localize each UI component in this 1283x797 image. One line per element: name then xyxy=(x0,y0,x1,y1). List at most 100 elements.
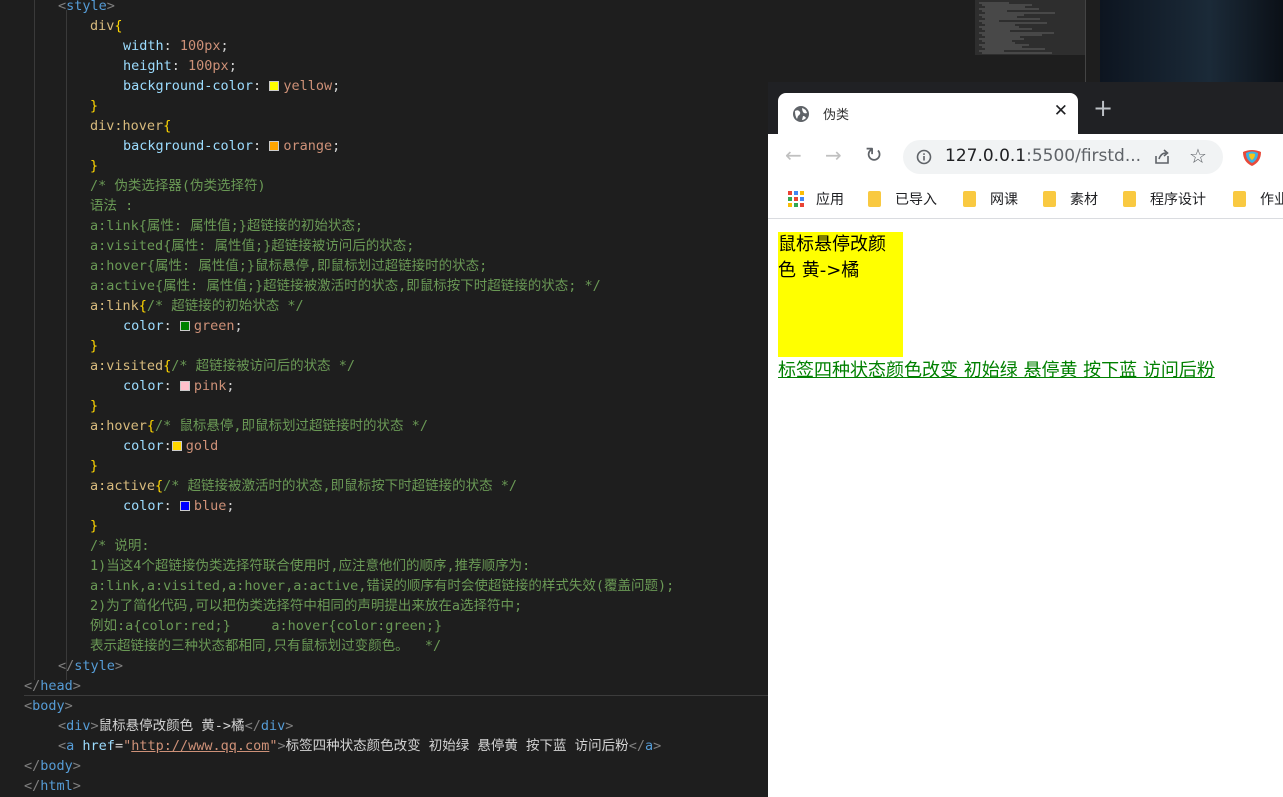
code-token: a:visited xyxy=(90,358,164,374)
code-token: } xyxy=(90,518,99,534)
code-line[interactable]: a:visited{属性: 属性值;}超链接被访问后的状态; xyxy=(90,236,414,256)
tab-close-icon[interactable]: ✕ xyxy=(1054,101,1068,121)
color-swatch[interactable] xyxy=(179,381,190,391)
code-token: div xyxy=(66,718,91,734)
code-line[interactable]: color: pink; xyxy=(123,376,235,396)
code-line[interactable]: a:hover{/* 鼠标悬停,即鼠标划过超链接时的状态 */ xyxy=(90,416,428,436)
code-line[interactable]: 1)当这4个超链接伪类选择符联合使用时,应注意他们的顺序,推荐顺序为: xyxy=(90,556,530,576)
code-token: body xyxy=(40,758,73,774)
code-token: 100px xyxy=(188,58,229,74)
code-line[interactable]: </head> xyxy=(24,676,81,696)
new-tab-button[interactable]: + xyxy=(1093,96,1113,120)
code-line[interactable]: background-color: orange; xyxy=(123,136,340,156)
code-line[interactable]: </html> xyxy=(24,776,81,796)
code-token: green xyxy=(193,318,235,334)
code-line[interactable]: </body> xyxy=(24,756,81,776)
code-line[interactable]: 例如:a{color:red;} a:hover{color:green;} xyxy=(90,616,442,636)
bookmark-item[interactable]: 程序设计 xyxy=(1123,189,1206,209)
code-token: { xyxy=(146,418,156,434)
code-line[interactable]: color: blue; xyxy=(123,496,235,516)
bookmark-label: 网课 xyxy=(990,192,1018,208)
browser-window[interactable]: 伪类 ✕ + ← → ↻ 127.0.0.1:5500/firstd... ☆ xyxy=(768,82,1283,797)
color-swatch[interactable] xyxy=(171,441,182,451)
code-token: 2)为了简化代码,可以把伪类选择符中相同的声明提出来放在a选择符中; xyxy=(90,598,523,614)
code-line[interactable]: 表示超链接的三种状态都相同,只有鼠标划过变颜色。 */ xyxy=(90,636,441,656)
hover-demo-box[interactable]: 鼠标悬停改颜色 黄->橘 xyxy=(778,232,903,357)
code-token: { xyxy=(138,298,147,314)
code-line[interactable]: /* 说明: xyxy=(90,536,150,556)
code-token: } xyxy=(90,338,99,354)
extension-icon[interactable] xyxy=(1241,146,1263,168)
color-swatch[interactable] xyxy=(179,501,190,511)
bookmark-item[interactable]: 应用 xyxy=(788,189,844,209)
code-line[interactable]: width: 100px; xyxy=(123,36,229,56)
code-token: > xyxy=(72,678,81,694)
code-line[interactable]: a:active{属性: 属性值;}超链接被激活时的状态,即鼠标按下时超链接的状… xyxy=(90,276,601,296)
code-token: href xyxy=(82,738,115,754)
address-bar[interactable]: 127.0.0.1:5500/firstd... ☆ xyxy=(903,140,1223,174)
bookmark-item[interactable]: 作业 xyxy=(1233,189,1283,209)
code-line[interactable]: background-color: yellow; xyxy=(123,76,340,96)
code-token: /* 伪类选择器(伪类选择符) xyxy=(90,178,266,194)
code-line[interactable]: a:visited{/* 超链接被访问后的状态 */ xyxy=(90,356,355,376)
bookmark-item[interactable]: 网课 xyxy=(963,189,1018,209)
reload-button[interactable]: ↻ xyxy=(865,144,883,166)
info-icon[interactable] xyxy=(916,149,932,165)
code-line[interactable]: a:link{属性: 属性值;}超链接的初始状态; xyxy=(90,216,363,236)
code-token: : xyxy=(163,38,180,54)
tab-active[interactable]: 伪类 ✕ xyxy=(778,93,1078,134)
code-line[interactable]: color: green; xyxy=(123,316,243,336)
code-line[interactable]: } xyxy=(90,156,98,176)
code-line[interactable]: <style> xyxy=(58,0,115,16)
code-line[interactable]: height: 100px; xyxy=(123,56,237,76)
code-line[interactable]: <body> xyxy=(24,696,73,716)
minimap-slider[interactable] xyxy=(975,0,1085,55)
code-token: /* 超链接的初始状态 */ xyxy=(146,298,304,314)
bookmark-label: 程序设计 xyxy=(1150,192,1206,208)
bookmark-item[interactable]: 素材 xyxy=(1043,189,1098,209)
code-token: > xyxy=(277,738,286,754)
code-token: style xyxy=(66,0,107,14)
code-token: { xyxy=(163,118,172,134)
code-line[interactable]: </style> xyxy=(58,656,123,676)
code-line[interactable]: a:link,a:visited,a:hover,a:active,错误的顺序有… xyxy=(90,576,674,596)
code-token: 例如:a{color:red;} a:hover{color:green;} xyxy=(90,618,443,634)
code-line[interactable]: } xyxy=(90,336,98,356)
code-line[interactable]: } xyxy=(90,396,98,416)
code-line[interactable]: } xyxy=(90,516,98,536)
code-line[interactable]: <div>鼠标悬停改颜色 黄->橘</div> xyxy=(58,716,293,736)
code-line[interactable]: div:hover{ xyxy=(90,116,171,136)
code-token: 1)当这4个超链接伪类选择符联合使用时,应注意他们的顺序,推荐顺序为: xyxy=(90,558,531,574)
code-line[interactable]: } xyxy=(90,456,98,476)
code-line[interactable]: a:active{/* 超链接被激活时的状态,即鼠标按下时超链接的状态 */ xyxy=(90,476,517,496)
color-swatch[interactable] xyxy=(269,81,280,91)
share-icon[interactable] xyxy=(1153,148,1171,166)
code-token: ; xyxy=(332,138,341,154)
back-button[interactable]: ← xyxy=(785,144,802,166)
code-line[interactable]: } xyxy=(90,96,98,116)
code-token: > xyxy=(72,778,81,794)
code-token: orange xyxy=(283,138,333,154)
code-line[interactable]: <a href="http://www.qq.com">标签四种状态颜色改变 初… xyxy=(58,736,661,756)
bookmark-label: 作业 xyxy=(1260,192,1283,208)
demo-link[interactable]: 标签四种状态颜色改变 初始绿 悬停黄 按下蓝 访问后粉 xyxy=(778,358,1215,384)
code-line[interactable]: 2)为了简化代码,可以把伪类选择符中相同的声明提出来放在a选择符中; xyxy=(90,596,522,616)
code-line[interactable]: div{ xyxy=(90,16,123,36)
code-line[interactable]: /* 伪类选择器(伪类选择符) xyxy=(90,176,266,196)
code-token: a:visited{属性: 属性值;}超链接被访问后的状态; xyxy=(90,238,415,254)
code-line[interactable]: color: gold xyxy=(123,436,218,456)
code-token: = xyxy=(114,738,124,754)
bookmark-star-icon[interactable]: ☆ xyxy=(1189,144,1207,168)
bookmark-item[interactable]: 已导入 xyxy=(868,189,937,209)
code-line[interactable]: 语法 : xyxy=(90,196,133,216)
forward-button[interactable]: → xyxy=(825,144,842,166)
code-token: : xyxy=(163,378,180,394)
code-line[interactable]: a:link{/* 超链接的初始状态 */ xyxy=(90,296,304,316)
color-swatch[interactable] xyxy=(179,321,190,331)
code-token: ; xyxy=(234,318,243,334)
code-token: < xyxy=(58,718,67,734)
code-line[interactable]: a:hover{属性: 属性值;}鼠标悬停,即鼠标划过超链接时的状态; xyxy=(90,256,487,276)
code-token: < xyxy=(24,698,33,714)
color-swatch[interactable] xyxy=(269,141,280,151)
url-text[interactable]: 127.0.0.1:5500/firstd... xyxy=(945,146,1141,166)
